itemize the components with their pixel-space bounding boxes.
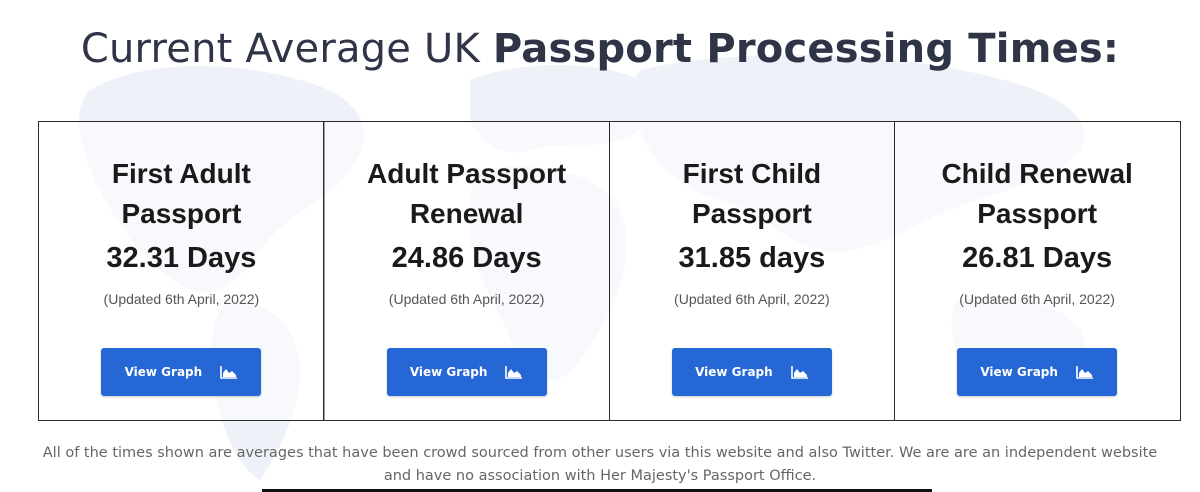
card-days: 24.86 Days <box>391 242 542 274</box>
view-graph-button[interactable]: View Graph <box>671 348 832 396</box>
area-chart-icon <box>1076 366 1093 379</box>
card-title: Adult Passport Renewal <box>367 158 567 229</box>
view-graph-button[interactable]: View Graph <box>101 348 262 396</box>
view-graph-label: View Graph <box>980 365 1058 379</box>
card-title: First Child Passport <box>682 158 822 229</box>
area-chart-icon <box>220 366 238 379</box>
card-days: 32.31 Days <box>106 242 257 274</box>
title-bold: Passport Processing Times: <box>492 26 1120 72</box>
area-chart-icon <box>505 366 523 379</box>
view-graph-label: View Graph <box>409 365 488 379</box>
view-graph-label: View Graph <box>124 365 203 379</box>
card-updated: (Updated 6th April, 2022) <box>959 291 1115 307</box>
card-days: 26.81 Days <box>962 242 1113 274</box>
processing-time-cards: First Adult Passport 32.31 Days (Updated… <box>38 121 1181 421</box>
card-updated: (Updated 6th April, 2022) <box>388 291 545 307</box>
area-chart-icon <box>790 366 808 379</box>
disclaimer-text: All of the times shown are averages that… <box>42 445 1158 484</box>
card-child-renewal-passport: Child Renewal Passport 26.81 Days (Updat… <box>893 121 1181 421</box>
card-days: 31.85 days <box>678 242 826 274</box>
card-title: Child Renewal Passport <box>941 158 1133 229</box>
card-first-child-passport: First Child Passport 31.85 days (Updated… <box>608 121 896 421</box>
view-graph-button[interactable]: View Graph <box>386 348 547 396</box>
card-title: First Adult Passport <box>111 158 251 229</box>
card-first-adult-passport: First Adult Passport 32.31 Days (Updated… <box>38 121 325 421</box>
title-regular: Current Average UK <box>80 26 493 72</box>
view-graph-button[interactable]: View Graph <box>957 348 1118 396</box>
card-adult-passport-renewal: Adult Passport Renewal 24.86 Days (Updat… <box>323 121 610 421</box>
view-graph-label: View Graph <box>695 365 773 379</box>
page-title: Current Average UK Passport Processing T… <box>0 26 1200 72</box>
card-updated: (Updated 6th April, 2022) <box>103 291 260 307</box>
card-updated: (Updated 6th April, 2022) <box>674 291 830 307</box>
